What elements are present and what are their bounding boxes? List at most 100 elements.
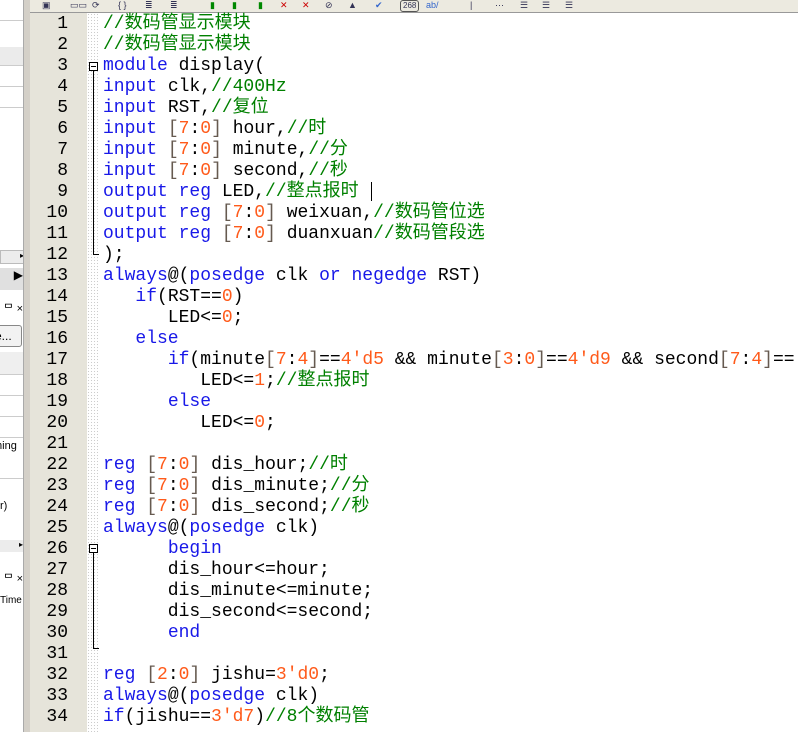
code-line[interactable]: always@(posedge clk) (103, 518, 319, 539)
code-line[interactable]: //数码管显示模块 (103, 14, 251, 35)
table-row[interactable] (0, 417, 23, 438)
code-line[interactable]: output reg [7:0] duanxuan//数码管段选 (103, 224, 485, 245)
outdent-icon[interactable]: ≣ (170, 0, 178, 10)
code-line[interactable]: dis_minute<=minute; (103, 581, 373, 602)
line-number: 15 (46, 308, 68, 328)
code-line[interactable]: module display( (103, 56, 265, 77)
code-line[interactable]: input clk,//400Hz (103, 77, 287, 98)
code-line[interactable]: LED<=1;//整点报时 (103, 371, 369, 392)
code-line[interactable]: begin (103, 539, 222, 560)
code-line[interactable]: end (103, 623, 200, 644)
line-counter[interactable]: 268 (400, 0, 420, 12)
insert-template-icon[interactable]: ▮ (232, 0, 237, 10)
line-number: 14 (46, 287, 68, 307)
code-line[interactable]: reg [7:0] dis_hour;//时 (103, 455, 348, 476)
keyword-token: else (167, 392, 212, 412)
table-row[interactable] (0, 458, 23, 479)
align-left-icon[interactable]: ☰ (565, 0, 573, 10)
comment-token: //时 (308, 455, 348, 475)
check-icon[interactable]: ✔ (375, 0, 383, 10)
horizontal-scrollbar[interactable]: ▸ (0, 540, 23, 552)
number-token: 2 (157, 665, 168, 685)
pin-close-controls[interactable]: ᄆ × (0, 300, 23, 316)
bracket-token: ] (189, 476, 201, 496)
code-line[interactable]: LED<=0; (103, 413, 276, 434)
browse-button[interactable]: e... (0, 325, 22, 347)
bracket-token: [ (146, 497, 158, 517)
number-token: 1 (254, 371, 266, 391)
window-icon[interactable]: ▭▭ (70, 0, 87, 10)
dots-icon[interactable]: ⋯ (495, 0, 504, 10)
fold-collapse-icon[interactable] (89, 544, 98, 553)
code-token: == (546, 350, 568, 370)
number-token: 0 (178, 476, 190, 496)
code-line[interactable]: output reg [7:0] weixuan,//数码管位选 (103, 203, 485, 224)
code-line[interactable]: else (103, 392, 211, 413)
ab-icon[interactable]: ab/ (426, 0, 439, 10)
fold-collapse-icon[interactable] (89, 62, 98, 71)
number-token: 0 (254, 224, 266, 244)
code-line[interactable]: dis_second<=second; (103, 602, 373, 623)
line-number: 2 (57, 35, 68, 55)
code-token: @( (167, 518, 190, 538)
align-right-icon[interactable]: ☰ (520, 0, 528, 10)
line-number: 30 (46, 623, 68, 643)
align-right-icon[interactable]: ☰ (542, 0, 550, 10)
attach-icon[interactable]: ⊘ (325, 0, 333, 10)
line-number: 24 (46, 497, 68, 517)
panel-row[interactable] (0, 87, 23, 108)
code-line[interactable]: if(minute[7:4]==4'd5 && minute[3:0]==4'd… (103, 350, 795, 371)
code-line[interactable]: if(RST==0) (103, 287, 243, 308)
code-line[interactable]: reg [7:0] dis_minute;//分 (103, 476, 370, 497)
bookmark-add-icon[interactable]: ▮ (258, 0, 263, 10)
bookmark-delete-icon[interactable]: ✕ (280, 0, 288, 10)
scroll-right-button[interactable]: ▶ (0, 268, 23, 290)
code-line[interactable]: reg [2:0] jishu=3'd0; (103, 665, 330, 686)
keyword-token: module (103, 56, 168, 76)
column-header-time[interactable]: Time (0, 595, 22, 606)
code-line[interactable]: input [7:0] minute,//分 (103, 140, 348, 161)
code-line[interactable]: if(jishu==3'd7)//8个数码管 (103, 707, 369, 728)
bookmark-icon[interactable]: ⟳ (92, 0, 100, 10)
code-line[interactable]: //数码管显示模块 (103, 35, 251, 56)
table-row[interactable] (0, 375, 23, 396)
code-token: second, (221, 161, 309, 181)
indent-icon[interactable]: ≣ (145, 0, 153, 10)
code-line[interactable]: dis_hour<=hour; (103, 560, 330, 581)
line-number: 8 (57, 161, 68, 181)
code-line[interactable]: reg [7:0] dis_second;//秒 (103, 497, 370, 518)
save-icon[interactable]: ▣ (42, 0, 51, 10)
keyword-token: output (103, 203, 168, 223)
code-line[interactable]: else (103, 329, 178, 350)
keyword-token: if (167, 350, 190, 370)
table-row[interactable] (0, 396, 23, 417)
code-token: clk (265, 266, 320, 286)
code-line[interactable]: input RST,//复位 (103, 98, 269, 119)
code-token: @( (167, 266, 190, 286)
code-line[interactable]: input [7:0] hour,//时 (103, 119, 326, 140)
fold-line (93, 553, 94, 648)
code-token: dis_second<=second; (103, 602, 374, 622)
code-token: ; (319, 665, 330, 685)
code-line[interactable]: LED<=0; (103, 308, 244, 329)
panel-row[interactable] (0, 0, 23, 21)
bracket-token: [ (491, 350, 503, 370)
line-number: 12 (46, 245, 68, 265)
code-line[interactable]: output reg LED,//整点报时 (103, 182, 359, 203)
code-line[interactable]: always@(posedge clk or negedge RST) (103, 266, 481, 287)
code-line[interactable]: always@(posedge clk) (103, 686, 319, 707)
panel-row[interactable] (0, 66, 23, 87)
keyword-token: if (103, 707, 125, 727)
pin-close-controls[interactable]: ᄆ × (0, 570, 23, 586)
code-line[interactable]: ); (103, 245, 125, 266)
braces-icon[interactable]: { } (118, 0, 127, 10)
scroll-icon[interactable]: ▲ (348, 0, 357, 10)
horizontal-scrollbar[interactable]: ▸ (0, 250, 23, 264)
insert-template-icon[interactable]: ▮ (210, 0, 215, 10)
bookmark-clear-icon[interactable]: ✕ (302, 0, 310, 10)
code-line[interactable]: input [7:0] second,//秒 (103, 161, 348, 182)
fold-line (93, 254, 99, 255)
